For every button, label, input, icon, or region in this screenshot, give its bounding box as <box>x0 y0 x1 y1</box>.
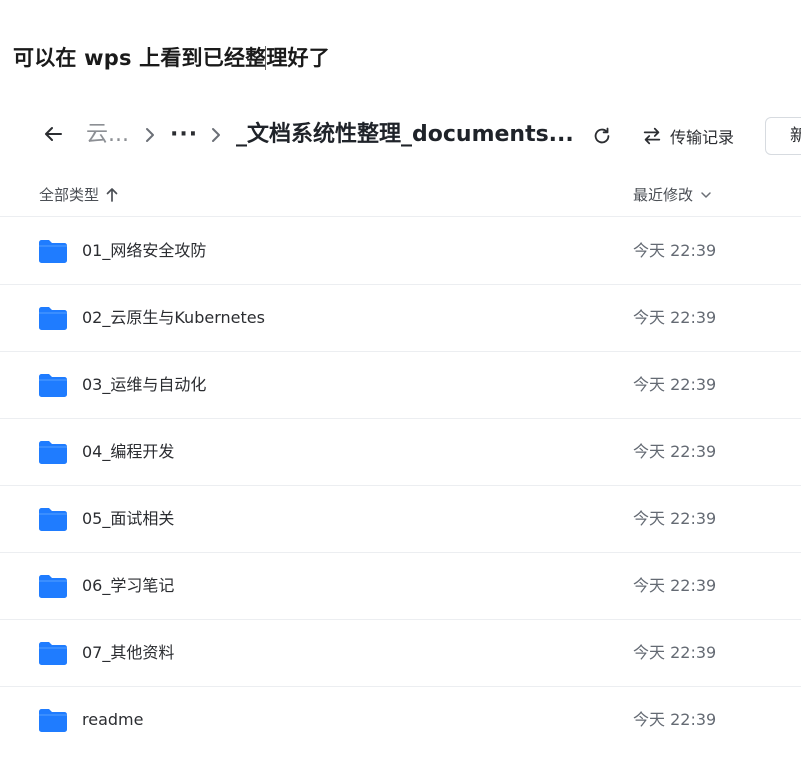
transfer-record-button[interactable]: 传输记录 <box>641 120 734 152</box>
text-cursor <box>265 46 266 70</box>
file-name: 01_网络安全攻防 <box>82 241 207 260</box>
type-column-label: 全部类型 <box>39 186 100 204</box>
folder-icon <box>39 575 67 598</box>
refresh-button[interactable] <box>589 123 615 149</box>
file-row[interactable]: 05_面试相关 今天 22:39 <box>0 486 801 553</box>
modified-time: 今天 22:39 <box>633 308 717 327</box>
transfer-arrows-icon <box>643 127 661 145</box>
arrow-left-icon <box>45 127 62 141</box>
file-row[interactable]: readme 今天 22:39 <box>0 687 801 754</box>
header-toolbar: 云... ··· _文档系统性整理_documents... 传输记录 新 <box>0 110 801 162</box>
back-button[interactable] <box>37 118 69 150</box>
file-browser-page: 可以在 wps 上看到已经整理好了 云... ··· _文档系统性整理_docu… <box>0 0 801 773</box>
folder-icon <box>39 709 67 732</box>
new-button[interactable]: 新建 <box>765 117 801 155</box>
modified-time: 今天 22:39 <box>633 710 717 729</box>
transfer-record-label: 传输记录 <box>670 128 735 147</box>
file-row[interactable]: 02_云原生与Kubernetes 今天 22:39 <box>0 285 801 352</box>
file-row[interactable]: 03_运维与自动化 今天 22:39 <box>0 352 801 419</box>
chevron-right-icon <box>209 126 223 144</box>
modified-time: 今天 22:39 <box>633 643 717 662</box>
file-row[interactable]: 01_网络安全攻防 今天 22:39 <box>0 218 801 285</box>
file-name: 06_学习笔记 <box>82 576 175 595</box>
modified-time: 今天 22:39 <box>633 509 717 528</box>
file-row[interactable]: 04_编程开发 今天 22:39 <box>0 419 801 486</box>
file-name: 05_面试相关 <box>82 509 175 528</box>
arrow-up-icon <box>106 187 118 202</box>
sort-by-modified[interactable]: 最近修改 <box>633 184 712 205</box>
file-name: 04_编程开发 <box>82 442 175 461</box>
file-row[interactable]: 06_学习笔记 今天 22:39 <box>0 553 801 620</box>
modified-time: 今天 22:39 <box>633 442 717 461</box>
folder-icon <box>39 441 67 464</box>
file-name: 02_云原生与Kubernetes <box>82 308 265 327</box>
file-name: readme <box>82 710 144 729</box>
file-row[interactable]: 07_其他资料 今天 22:39 <box>0 620 801 687</box>
folder-icon <box>39 508 67 531</box>
file-list: 01_网络安全攻防 今天 22:39 02_云原生与Kubernetes 今天 … <box>0 218 801 754</box>
breadcrumb-more[interactable]: ··· <box>170 119 198 151</box>
modified-time: 今天 22:39 <box>633 375 717 394</box>
folder-icon <box>39 642 67 665</box>
modified-time: 今天 22:39 <box>633 576 717 595</box>
modified-time: 今天 22:39 <box>633 241 717 260</box>
breadcrumb-current[interactable]: _文档系统性整理_documents... <box>236 119 580 151</box>
sort-by-type[interactable]: 全部类型 <box>39 184 119 205</box>
folder-icon <box>39 374 67 397</box>
folder-icon <box>39 307 67 330</box>
chevron-down-icon <box>701 191 711 198</box>
caption-text: 可以在 wps 上看到已经整理好了 <box>13 46 330 70</box>
chevron-right-icon <box>143 126 157 144</box>
file-name: 07_其他资料 <box>82 643 175 662</box>
refresh-icon <box>594 127 610 144</box>
file-name: 03_运维与自动化 <box>82 375 207 394</box>
column-header: 全部类型 最近修改 <box>0 178 801 217</box>
folder-icon <box>39 240 67 263</box>
breadcrumb-root[interactable]: 云... <box>86 119 129 151</box>
modified-column-label: 最近修改 <box>633 186 694 204</box>
